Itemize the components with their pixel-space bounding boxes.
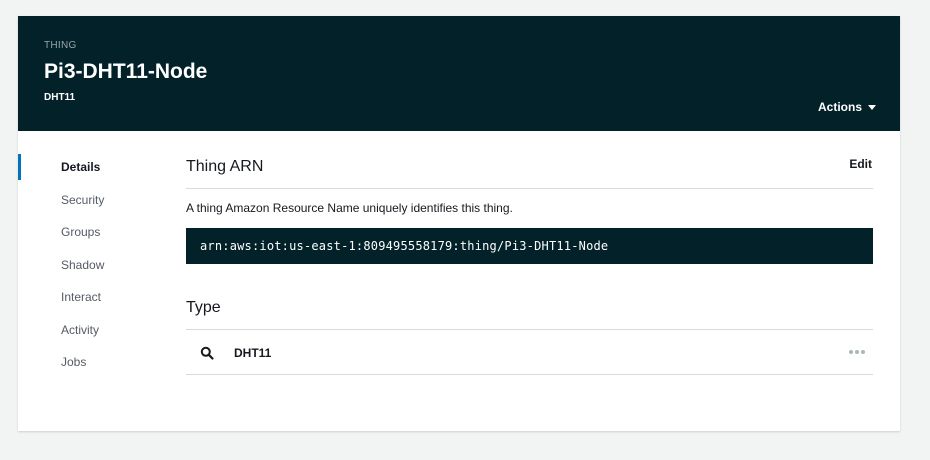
- thing-detail-card: THING Pi3-DHT11-Node DHT11 Actions Detai…: [18, 16, 900, 431]
- sidebar-nav: Details Security Groups Shadow Interact …: [18, 154, 168, 382]
- main-content: Thing ARN Edit A thing Amazon Resource N…: [186, 156, 873, 375]
- sidebar-item-jobs[interactable]: Jobs: [18, 349, 168, 382]
- arn-section-title: Thing ARN: [186, 158, 264, 175]
- sidebar-item-security[interactable]: Security: [18, 187, 168, 220]
- actions-label: Actions: [817, 100, 862, 114]
- arn-description: A thing Amazon Resource Name uniquely id…: [186, 201, 513, 215]
- edit-button[interactable]: Edit: [849, 157, 872, 171]
- arn-section-header: Thing ARN Edit: [186, 156, 873, 189]
- sidebar-item-activity[interactable]: Activity: [18, 317, 168, 350]
- caret-down-icon: [868, 105, 876, 110]
- resource-type-label: THING: [44, 40, 77, 51]
- sidebar-item-details[interactable]: Details: [18, 154, 168, 187]
- sidebar-item-shadow[interactable]: Shadow: [18, 252, 168, 285]
- type-section-title: Type: [186, 299, 221, 316]
- thing-header: THING Pi3-DHT11-Node DHT11 Actions: [18, 16, 900, 131]
- dot: [855, 350, 859, 354]
- search-icon: [200, 346, 214, 360]
- actions-dropdown-button[interactable]: Actions: [818, 100, 876, 114]
- sidebar-item-groups[interactable]: Groups: [18, 219, 168, 252]
- type-name-link[interactable]: DHT11: [234, 346, 271, 360]
- type-row[interactable]: DHT11: [186, 330, 873, 375]
- more-options-icon[interactable]: [849, 350, 865, 354]
- sidebar-item-interact[interactable]: Interact: [18, 284, 168, 317]
- thing-type-subtitle: DHT11: [44, 92, 76, 103]
- arn-value-box: arn:aws:iot:us-east-1:809495558179:thing…: [186, 228, 873, 264]
- type-section-header: Type: [186, 297, 873, 330]
- dot: [861, 350, 865, 354]
- page-title: Pi3-DHT11-Node: [44, 60, 208, 83]
- dot: [849, 350, 853, 354]
